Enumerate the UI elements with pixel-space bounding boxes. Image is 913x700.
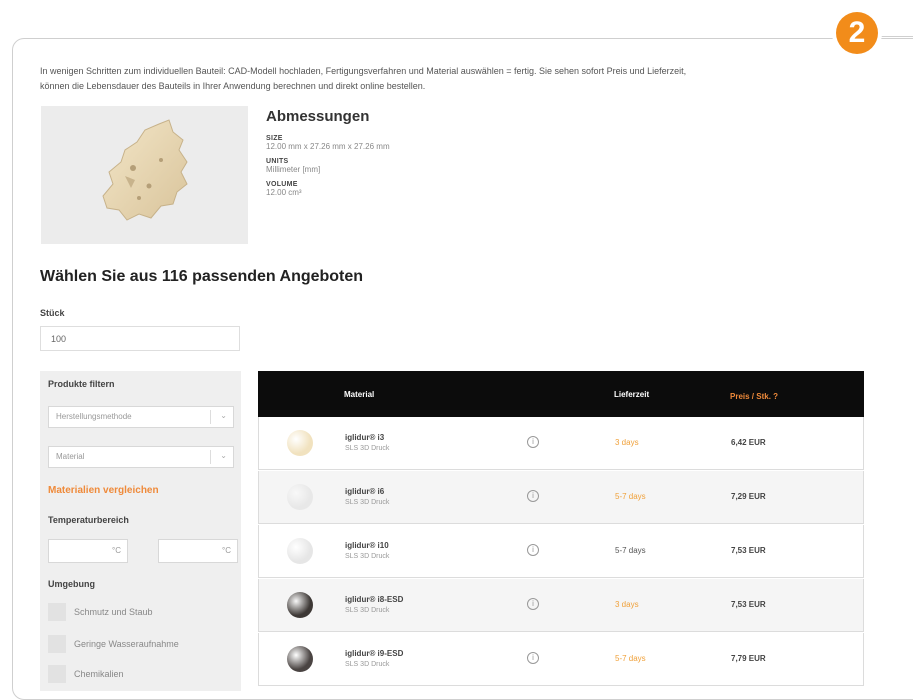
lead-time: 5-7 days: [615, 654, 646, 663]
env-option-label: Geringe Wasseraufnahme: [74, 639, 179, 649]
offers-table: Material Lieferzeit Preis / Stk. ? iglid…: [258, 371, 864, 691]
info-icon[interactable]: i: [527, 652, 539, 664]
units-label: UNITS: [266, 158, 289, 165]
table-row[interactable]: iglidur® i6 SLS 3D Druck i 5-7 days 7,29 EUR: [258, 471, 864, 524]
info-icon[interactable]: i: [527, 598, 539, 610]
unit-price: 6,42 EUR: [731, 438, 766, 447]
offers-heading: Wählen Sie aus 116 passenden Angeboten: [40, 268, 364, 285]
material-select[interactable]: Material ⌄: [48, 446, 234, 468]
environment-title: Umgebung: [48, 579, 95, 589]
material-process: SLS 3D Druck: [345, 553, 390, 560]
size-label: SIZE: [266, 135, 283, 142]
select-divider: [210, 450, 211, 464]
units-value: Millimeter [mm]: [266, 165, 321, 174]
material-swatch: [287, 592, 313, 618]
col-header-material[interactable]: Material: [344, 390, 374, 399]
temperature-max-input[interactable]: °C: [158, 539, 238, 563]
badge-connector-line: [880, 36, 913, 37]
intro-line-2: können die Lebensdauer des Bauteils in I…: [40, 81, 426, 91]
dimensions-title: Abmessungen: [266, 108, 370, 125]
temperature-min-input[interactable]: °C: [48, 539, 128, 563]
material-process: SLS 3D Druck: [345, 607, 390, 614]
checkbox[interactable]: [48, 665, 66, 683]
size-value: 12.00 mm x 27.26 mm x 27.26 mm: [266, 142, 390, 151]
info-icon[interactable]: i: [527, 490, 539, 502]
material-name: iglidur® i3: [345, 433, 385, 442]
material-name: iglidur® i6: [345, 487, 385, 496]
unit-price: 7,79 EUR: [731, 654, 766, 663]
quantity-label: Stück: [40, 308, 65, 318]
env-option-label: Chemikalien: [74, 669, 124, 679]
filter-title: Produkte filtern: [48, 379, 115, 389]
material-swatch: [287, 430, 313, 456]
filter-sidebar: Produkte filtern Herstellungsmethode ⌄ M…: [40, 371, 241, 691]
manufacturing-method-select[interactable]: Herstellungsmethode ⌄: [48, 406, 234, 428]
info-icon[interactable]: i: [527, 436, 539, 448]
material-process: SLS 3D Druck: [345, 445, 390, 452]
volume-value: 12.00 cm³: [266, 188, 302, 197]
table-row[interactable]: iglidur® i8-ESD SLS 3D Druck i 3 days 7,53 E…: [258, 579, 864, 632]
compare-materials-link[interactable]: Materialien vergleichen: [48, 485, 159, 496]
intro-text: In wenigen Schritten zum individuellen B…: [40, 64, 880, 94]
material-swatch: [287, 646, 313, 672]
col-header-lead-time[interactable]: Lieferzeit: [614, 390, 649, 399]
material-name: iglidur® i10: [345, 541, 389, 550]
table-row[interactable]: iglidur® i3 SLS 3D Druck i 3 days 6,42 EUR: [258, 417, 864, 470]
chevron-down-icon: ⌄: [220, 411, 227, 420]
quantity-input[interactable]: 100: [40, 326, 240, 351]
material-name: iglidur® i8-ESD: [345, 595, 404, 604]
lead-time: 5-7 days: [615, 546, 646, 555]
table-row[interactable]: iglidur® i9-ESD SLS 3D Druck i 5-7 days 7,79…: [258, 633, 864, 686]
env-option-label: Schmutz und Staub: [74, 607, 153, 617]
info-icon[interactable]: i: [527, 544, 539, 556]
material-process: SLS 3D Druck: [345, 661, 390, 668]
lead-time: 3 days: [615, 600, 639, 609]
unit-price: 7,53 EUR: [731, 546, 766, 555]
intro-line-1: In wenigen Schritten zum individuellen B…: [40, 66, 687, 76]
unit-price: 7,29 EUR: [731, 492, 766, 501]
lead-time: 5-7 days: [615, 492, 646, 501]
col-header-price[interactable]: Preis / Stk. ?: [730, 392, 778, 401]
chevron-down-icon: ⌄: [220, 451, 227, 460]
unit-price: 7,53 EUR: [731, 600, 766, 609]
part-preview-image: [41, 106, 248, 244]
select-divider: [210, 410, 211, 424]
material-name: iglidur® i9-ESD: [345, 649, 404, 658]
volume-label: VOLUME: [266, 181, 298, 188]
checkbox[interactable]: [48, 603, 66, 621]
table-row[interactable]: iglidur® i10 SLS 3D Druck i 5-7 days 7,53 EU…: [258, 525, 864, 578]
table-header: Material Lieferzeit Preis / Stk. ?: [258, 371, 864, 417]
material-placeholder: Material: [56, 452, 85, 461]
material-process: SLS 3D Druck: [345, 499, 390, 506]
dimensions-panel: Abmessungen SIZE 12.00 mm x 27.26 mm x 2…: [266, 108, 390, 204]
manufacturing-method-placeholder: Herstellungsmethode: [56, 412, 132, 421]
temperature-title: Temperaturbereich: [48, 515, 129, 525]
checkbox[interactable]: [48, 635, 66, 653]
gear-part-render: [102, 119, 188, 221]
lead-time: 3 days: [615, 438, 639, 447]
step-badge: 2: [836, 12, 878, 54]
material-swatch: [287, 538, 313, 564]
material-swatch: [287, 484, 313, 510]
